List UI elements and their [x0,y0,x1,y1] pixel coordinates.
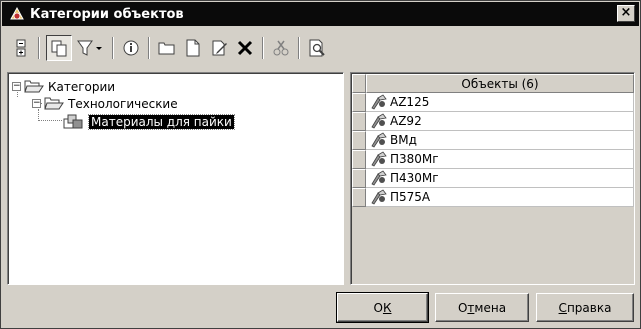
close-button[interactable]: × [617,5,635,22]
object-cell[interactable]: AZ92 [366,112,634,131]
table-row[interactable]: П575А [352,188,634,207]
info-icon [123,40,139,56]
info-button[interactable] [120,35,142,61]
objects-grid[interactable]: Объекты (6) AZ125 AZ92 ВМд П380Мг П430Мг П575… [350,72,635,285]
tree-item-label: Технологические [68,96,178,111]
material-object-icon [370,170,390,186]
preview-button[interactable] [306,35,328,61]
new-document-icon [186,39,200,57]
toolbar-separator [148,37,150,59]
delete-icon [237,40,253,56]
cancel-label-rest: мена [474,300,507,315]
row-indicator[interactable] [352,93,366,112]
help-label-rest: правка [566,300,612,315]
dialog-window: Категории объектов × − Категории − Техно… [0,0,641,329]
delete-button[interactable] [234,35,256,61]
table-row[interactable]: П430Мг [352,169,634,188]
table-row[interactable]: ВМд [352,131,634,150]
material-object-icon [370,132,390,148]
row-indicator[interactable] [352,131,366,150]
new-folder-button[interactable] [156,35,178,61]
object-cell[interactable]: П380Мг [366,150,634,169]
ok-button[interactable]: ОК [336,292,429,323]
copy-icon [51,40,67,57]
title-bar[interactable]: Категории объектов × [2,2,639,26]
row-indicator[interactable] [352,188,366,207]
material-object-icon [370,189,390,205]
tree-item-label: Категории [48,79,116,94]
help-label-mnemonic: С [558,300,567,315]
cut-button[interactable] [270,35,292,61]
object-name: AZ125 [390,95,430,109]
window-title: Категории объектов [30,6,184,22]
open-folder-icon [24,80,44,93]
edit-button[interactable] [208,35,230,61]
object-cell[interactable]: ВМд [366,131,634,150]
cancel-label-prefix: О [457,300,468,315]
row-indicator[interactable] [352,150,366,169]
tree-connector [38,120,62,121]
toolbar-separator [38,37,40,59]
toolbar-separator [112,37,114,59]
table-row[interactable]: AZ92 [352,112,634,131]
row-indicator[interactable] [352,169,366,188]
help-button[interactable]: Справка [536,293,634,322]
copy-button[interactable] [46,35,72,61]
object-name: П430Мг [390,171,439,185]
material-object-icon [370,113,390,129]
cut-icon [273,40,289,56]
open-folder-icon [44,97,64,110]
object-cell[interactable]: П430Мг [366,169,634,188]
row-indicator[interactable] [352,112,366,131]
column-header-objects[interactable]: Объекты (6) [366,74,634,93]
category-tree[interactable]: − Категории − Технологические Материалы … [7,72,344,285]
new-document-button[interactable] [182,35,204,61]
filter-button[interactable] [76,35,106,61]
grid-header: Объекты (6) [352,74,634,93]
object-cell[interactable]: AZ125 [366,93,634,112]
expand-all-button[interactable] [10,35,32,61]
toolbar-separator [298,37,300,59]
folder-icon [158,42,175,55]
tree-item-technological[interactable]: − Технологические [32,95,178,112]
preview-icon [309,39,325,57]
collapse-toggle[interactable]: − [32,99,41,108]
material-object-icon [370,94,390,110]
material-object-icon [370,151,390,167]
cancel-label-mnemonic: т [467,300,475,315]
table-row[interactable]: AZ125 [352,93,634,112]
toolbar-separator [262,37,264,59]
materials-icon [63,114,83,129]
tree-item-categories[interactable]: − Категории [12,78,115,95]
table-row[interactable]: П380Мг [352,150,634,169]
collapse-toggle[interactable]: − [12,82,21,91]
tree-item-soldering-materials[interactable]: Материалы для пайки [63,113,235,130]
object-name: ВМд [390,133,417,147]
object-name: AZ92 [390,114,422,128]
object-name: П380Мг [390,152,439,166]
app-icon [8,5,26,23]
filter-icon [77,40,102,56]
edit-icon [212,40,227,56]
cancel-button[interactable]: От мена [435,293,529,322]
ok-label-mnemonic: К [382,300,392,315]
toolbar [2,26,639,70]
grid-body: AZ125 AZ92 ВМд П380Мг П430Мг П575А [352,93,634,207]
object-cell[interactable]: П575А [366,188,634,207]
ok-label-prefix: О [373,300,383,315]
expand-icon [16,39,26,57]
tree-item-label: Материалы для пайки [88,113,235,130]
row-indicator-header [352,74,366,93]
object-name: П575А [390,190,431,204]
